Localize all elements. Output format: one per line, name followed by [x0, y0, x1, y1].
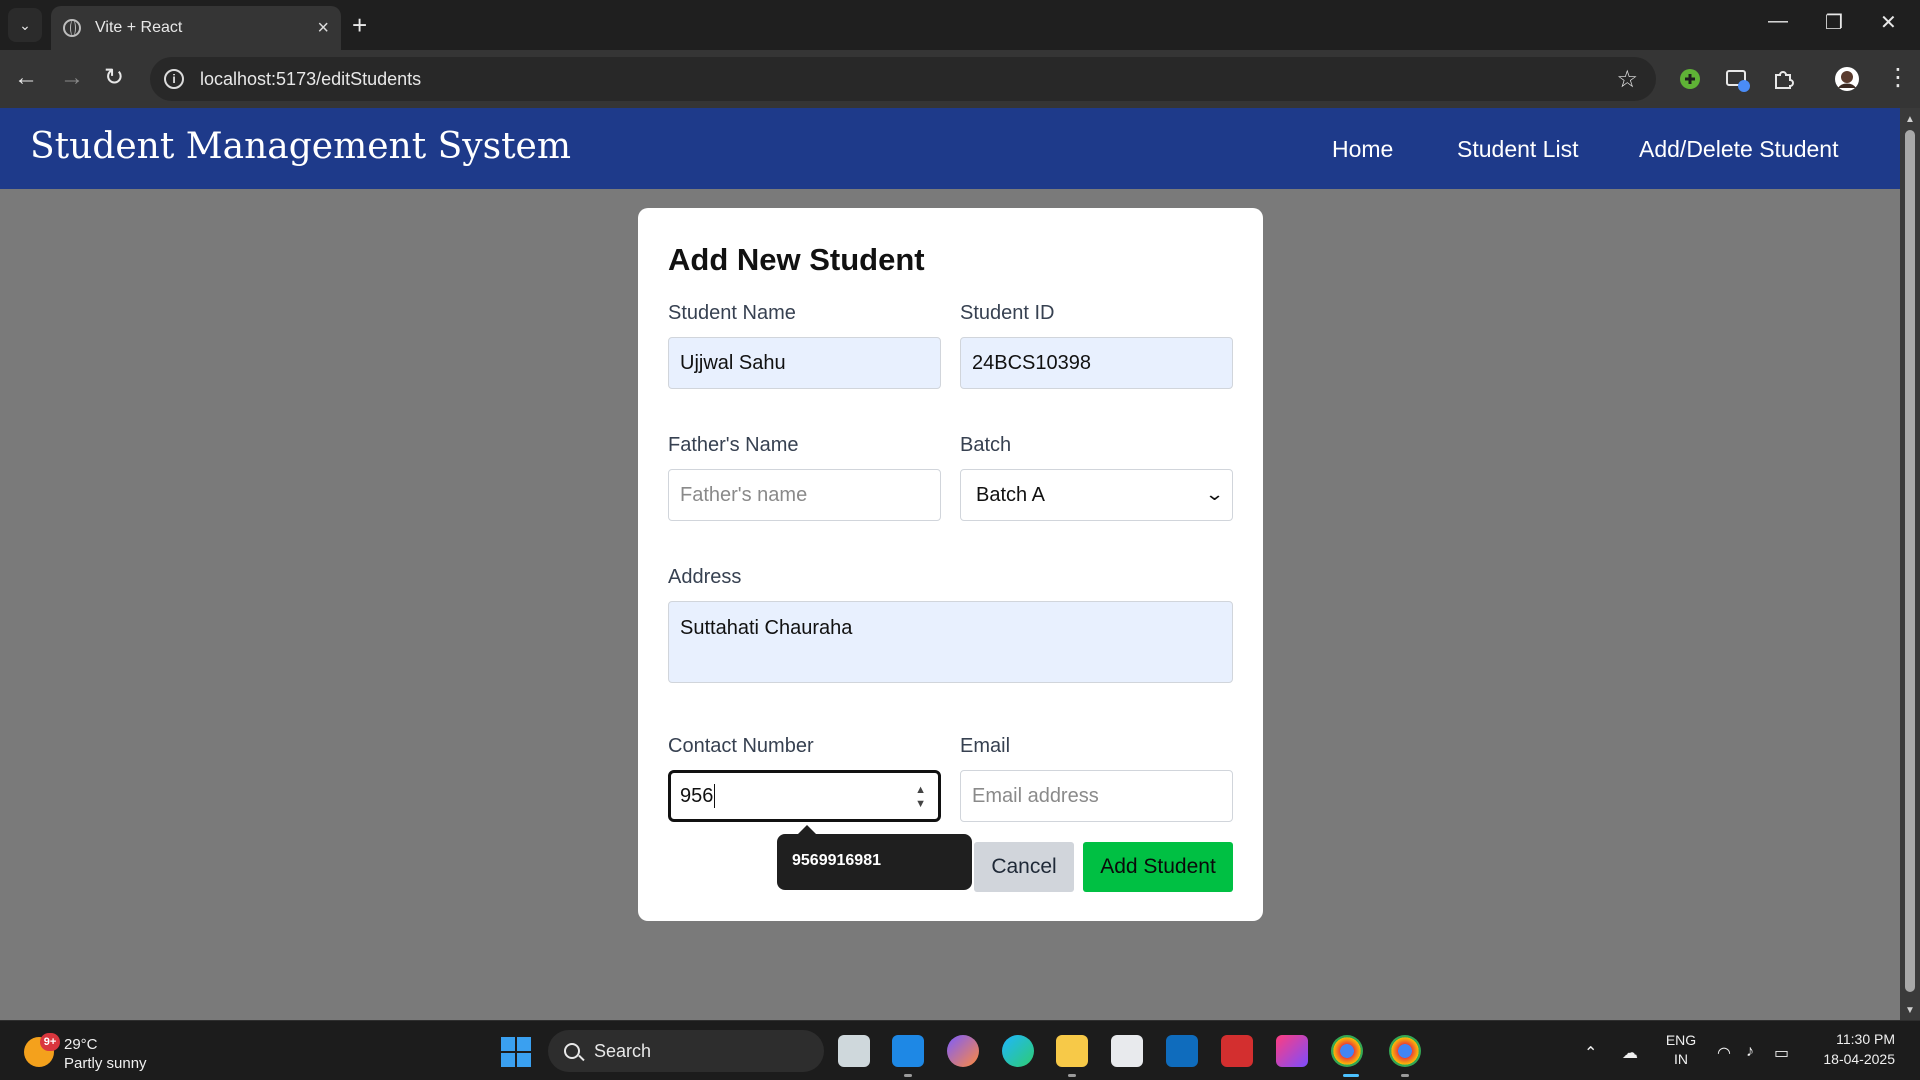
chevron-down-icon: ⌄ [1204, 484, 1225, 504]
add-student-modal: Add New Student Student Name Ujjwal Sahu… [638, 208, 1263, 921]
scroll-thumb[interactable] [1905, 130, 1915, 992]
active-indicator [1343, 1074, 1359, 1077]
minimize-icon[interactable]: — [1768, 10, 1788, 33]
chrome-profile-icon[interactable] [1389, 1035, 1421, 1067]
browser-tab[interactable]: Vite + React × [51, 6, 341, 50]
student-id-value: 24BCS10398 [972, 351, 1091, 374]
autofill-value: 9569916981 [792, 852, 881, 869]
task-view-icon[interactable] [838, 1035, 870, 1067]
store-icon[interactable] [1111, 1035, 1143, 1067]
taskbar-search-label: Search [594, 1040, 652, 1061]
batch-label: Batch [960, 434, 1012, 456]
vscode-icon[interactable] [892, 1035, 924, 1067]
volume-icon[interactable]: ♪ [1746, 1043, 1754, 1061]
nav-student-list[interactable]: Student List [1457, 136, 1578, 163]
back-icon[interactable]: ← [14, 64, 38, 92]
student-name-label: Student Name [668, 302, 796, 324]
edge-icon[interactable] [1002, 1035, 1034, 1067]
tab-groups-icon[interactable] [1724, 66, 1750, 92]
fathers-name-input[interactable]: Father's name [668, 469, 941, 521]
batch-value: Batch A [976, 483, 1045, 506]
batch-select[interactable]: Batch A ⌄ [960, 469, 1233, 521]
bookmark-star-icon[interactable]: ☆ [1616, 65, 1638, 94]
page-scrollbar[interactable]: ▲ ▼ [1900, 108, 1920, 1020]
nav-add-delete-student[interactable]: Add/Delete Student [1639, 136, 1838, 163]
app-cube-icon[interactable] [1276, 1035, 1308, 1067]
number-spinner[interactable]: ▲ ▼ [915, 783, 926, 811]
notification-badge: 9+ [40, 1033, 60, 1051]
brand-title[interactable]: Student Management System [30, 126, 571, 167]
app-navbar: Student Management System Home Student L… [0, 108, 1900, 189]
close-tab-icon[interactable]: × [317, 17, 329, 40]
restore-icon[interactable]: ❐ [1825, 10, 1843, 35]
taskbar-search[interactable]: Search [548, 1030, 824, 1072]
address-bar[interactable]: i localhost:5173/editStudents ☆ [150, 57, 1656, 101]
fathers-name-placeholder: Father's name [680, 483, 808, 506]
site-info-icon[interactable]: i [164, 69, 184, 89]
weather-description: Partly sunny [64, 1055, 147, 1072]
wifi-icon[interactable]: ◠ [1717, 1043, 1731, 1063]
tab-search-button[interactable]: ⌄ [8, 8, 42, 42]
onedrive-cloud-icon[interactable]: ☁ [1622, 1043, 1638, 1063]
extension-green-icon[interactable] [1677, 66, 1703, 92]
cancel-button[interactable]: Cancel [974, 842, 1074, 892]
file-explorer-icon[interactable] [1056, 1035, 1088, 1067]
chevron-down-icon: ⌄ [19, 16, 31, 33]
weather-widget[interactable]: 9+ 29°C Partly sunny [24, 1033, 204, 1073]
acrobat-icon[interactable] [1221, 1035, 1253, 1067]
new-tab-button[interactable]: + [352, 10, 367, 40]
temperature: 29°C [64, 1036, 98, 1053]
copilot-icon[interactable] [947, 1035, 979, 1067]
running-indicator [1401, 1074, 1409, 1077]
search-icon [564, 1043, 580, 1059]
add-student-button[interactable]: Add Student [1083, 842, 1233, 892]
text-caret [714, 784, 716, 808]
address-value: Suttahati Chauraha [680, 617, 853, 639]
address-textarea[interactable]: Suttahati Chauraha [668, 601, 1233, 683]
browser-tab-bar: ⌄ Vite + React × + — ❐ ✕ [0, 0, 1920, 50]
extensions-puzzle-icon[interactable] [1770, 66, 1796, 92]
language-bottom[interactable]: IN [1664, 1051, 1698, 1067]
url-text: localhost:5173/editStudents [200, 68, 422, 89]
email-placeholder: Email address [972, 784, 1099, 807]
scroll-down-icon[interactable]: ▼ [1905, 1005, 1915, 1016]
windows-taskbar: 9+ 29°C Partly sunny Search ⌃ ☁ ENG IN ◠… [0, 1020, 1920, 1080]
student-id-label: Student ID [960, 302, 1055, 324]
fathers-name-label: Father's Name [668, 434, 799, 456]
contact-number-value: 956 [680, 784, 714, 807]
clock-time[interactable]: 11:30 PM [1815, 1031, 1895, 1047]
autofill-suggestion[interactable]: 9569916981 [777, 825, 972, 890]
student-name-value: Ujjwal Sahu [680, 351, 786, 374]
chrome-icon[interactable] [1331, 1035, 1363, 1067]
language-top[interactable]: ENG [1664, 1032, 1698, 1048]
forward-icon[interactable]: → [60, 64, 84, 92]
windows-start-icon[interactable] [501, 1037, 531, 1067]
modal-title: Add New Student [668, 242, 925, 277]
scroll-up-icon[interactable]: ▲ [1905, 114, 1915, 125]
close-window-icon[interactable]: ✕ [1880, 10, 1897, 35]
clock-date[interactable]: 18-04-2025 [1805, 1051, 1895, 1067]
chevron-up-icon[interactable]: ⌃ [1584, 1043, 1597, 1063]
student-name-input[interactable]: Ujjwal Sahu [668, 337, 941, 389]
email-label: Email [960, 735, 1011, 757]
student-id-input[interactable]: 24BCS10398 [960, 337, 1233, 389]
running-indicator [904, 1074, 912, 1077]
battery-icon[interactable]: ▭ [1774, 1043, 1789, 1063]
address-label: Address [668, 566, 742, 588]
contact-number-input[interactable]: 956 ▲ ▼ [668, 770, 941, 822]
tab-title: Vite + React [95, 19, 183, 36]
email-input[interactable]: Email address [960, 770, 1233, 822]
profile-avatar[interactable] [1834, 66, 1860, 92]
contact-number-label: Contact Number [668, 735, 814, 757]
nav-home[interactable]: Home [1332, 136, 1393, 163]
outlook-icon[interactable] [1166, 1035, 1198, 1067]
globe-icon [63, 19, 81, 37]
reload-icon[interactable]: ↻ [104, 64, 124, 92]
running-indicator [1068, 1074, 1076, 1077]
menu-kebab-icon[interactable]: ⋮ [1886, 64, 1910, 92]
